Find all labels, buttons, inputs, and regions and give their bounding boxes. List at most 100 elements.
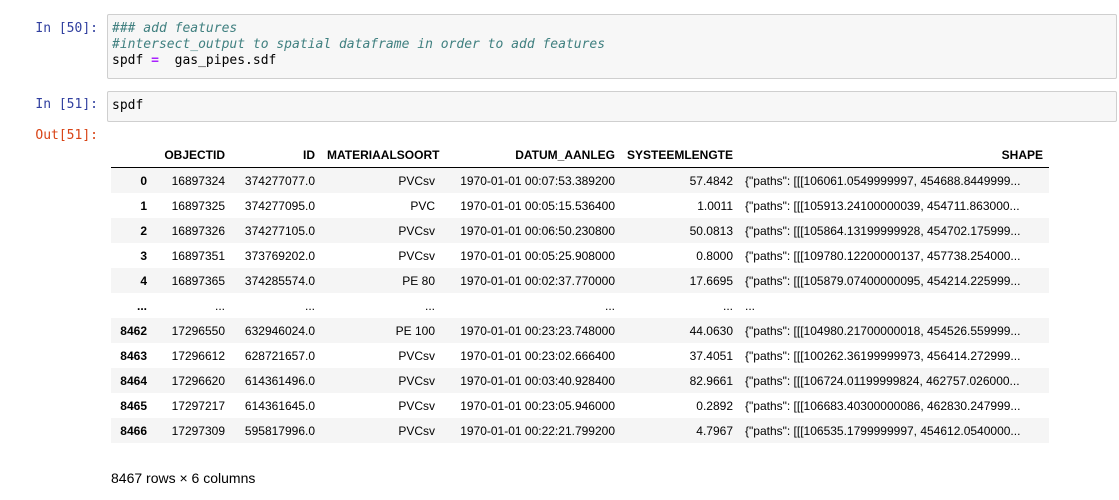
materiaalsoort-cell: PVCsv — [398, 348, 435, 363]
datum-aanleg-cell: 1970-01-01 00:05:25.908000 — [460, 248, 615, 263]
objectid-cell: 16897324 — [171, 173, 225, 188]
shape-cell: {"paths": [[[105879.07400000095, 454214.… — [745, 273, 1021, 288]
materiaalsoort-cell: PVCsv — [398, 398, 435, 413]
systeemlengte-cell: 17.6695 — [689, 273, 733, 288]
column-header-shape: SHAPE — [739, 143, 1049, 168]
id-cell: 614361645.0 — [244, 398, 315, 413]
row-index: 8464 — [120, 373, 147, 388]
row-index: 8462 — [120, 323, 147, 338]
table-header-row: OBJECTID ID MATERIAALSOORT DATUM_AANLEG … — [111, 143, 1049, 168]
materiaalsoort-cell: ... — [424, 298, 435, 313]
datum-aanleg-cell: 1970-01-01 00:03:40.928400 — [460, 373, 615, 388]
dataframe-shape-summary: 8467 rows × 6 columns — [111, 470, 256, 486]
code-line: #intersect_output to spatial dataframe i… — [112, 37, 1112, 53]
objectid-cell: 16897365 — [171, 273, 225, 288]
objectid-cell: 17296620 — [171, 373, 225, 388]
shape-cell: {"paths": [[[109780.12200000137, 457738.… — [745, 248, 1021, 263]
table-row: 0 16897324 374277077.0 PVCsv 1970-01-01 00:0… — [111, 167, 1049, 193]
objectid-cell: 17297309 — [171, 423, 225, 438]
datum-aanleg-cell: 1970-01-01 00:05:15.536400 — [460, 198, 615, 213]
systeemlengte-cell: 0.8000 — [696, 248, 733, 263]
systeemlengte-cell: 82.9661 — [689, 373, 733, 388]
shape-cell: {"paths": [[[106683.40300000086, 462830.… — [745, 398, 1021, 413]
shape-cell: {"paths": [[[105913.24100000039, 454711.… — [745, 198, 1020, 213]
shape-cell: {"paths": [[[106535.1799999997, 454612.0… — [745, 423, 1021, 438]
column-header-objectid: OBJECTID — [153, 143, 231, 168]
row-index: 8465 — [120, 398, 147, 413]
code-line: spdf — [112, 98, 1112, 114]
materiaalsoort-cell: PVCsv — [398, 423, 435, 438]
row-index: ... — [136, 298, 147, 313]
code-token: spdf — [112, 53, 152, 68]
table-row: 8465 17297217 614361645.0 PVCsv 1970-01-01 0… — [111, 393, 1049, 418]
id-cell: 595817996.0 — [244, 423, 315, 438]
code-token: gas_pipes.sdf — [158, 53, 277, 68]
output-prompt: Out[51]: — [35, 128, 98, 143]
objectid-cell: 17296612 — [171, 348, 225, 363]
shape-cell: ... — [745, 298, 756, 313]
row-index: 2 — [140, 223, 147, 238]
table-row: 1 16897325 374277095.0 PVC 1970-01-01 00:05:… — [111, 193, 1049, 218]
datum-aanleg-cell: ... — [604, 298, 615, 313]
materiaalsoort-cell: PVCsv — [398, 223, 435, 238]
materiaalsoort-cell: PVCsv — [398, 173, 435, 188]
materiaalsoort-cell: PVC — [410, 198, 435, 213]
column-header-systeemlengte: SYSTEEMLENGTE — [621, 143, 739, 168]
systeemlengte-cell: ... — [722, 298, 733, 313]
index-header — [111, 143, 153, 168]
row-index: 8463 — [120, 348, 147, 363]
row-index: 1 — [140, 198, 147, 213]
shape-cell: {"paths": [[[104980.21700000018, 454526.… — [745, 323, 1021, 338]
objectid-cell: 17297217 — [171, 398, 225, 413]
datum-aanleg-cell: 1970-01-01 00:22:21.799200 — [460, 423, 615, 438]
table-row: 4 16897365 374285574.0 PE 80 1970-01-01 00:0… — [111, 268, 1049, 293]
cell-50-prompt: In [50]: — [35, 21, 98, 36]
dataframe-table: OBJECTID ID MATERIAALSOORT DATUM_AANLEG … — [111, 143, 1049, 443]
systeemlengte-cell: 1.0011 — [697, 198, 733, 213]
materiaalsoort-cell: PE 100 — [395, 323, 435, 338]
column-header-datum-aanleg: DATUM_AANLEG — [441, 143, 621, 168]
materiaalsoort-cell: PE 80 — [402, 273, 435, 288]
systeemlengte-cell: 50.0813 — [689, 223, 733, 238]
column-header-id: ID — [231, 143, 321, 168]
systeemlengte-cell: 57.4842 — [689, 173, 733, 188]
code-token: spdf — [112, 98, 144, 113]
objectid-cell: ... — [214, 298, 225, 313]
table-row: 8464 17296620 614361496.0 PVCsv 1970-01-01 0… — [111, 368, 1049, 393]
datum-aanleg-cell: 1970-01-01 00:23:02.666400 — [460, 348, 615, 363]
id-cell: 374277077.0 — [244, 173, 315, 188]
id-cell: 628721657.0 — [244, 348, 315, 363]
column-header-materiaalsoort: MATERIAALSOORT — [321, 143, 441, 168]
systeemlengte-cell: 0.2892 — [696, 398, 733, 413]
table-row: 8463 17296612 628721657.0 PVCsv 1970-01-01 0… — [111, 343, 1049, 368]
datum-aanleg-cell: 1970-01-01 00:23:05.946000 — [460, 398, 615, 413]
code-operator: = — [151, 53, 159, 68]
shape-cell: {"paths": [[[100262.36199999973, 456414.… — [745, 348, 1021, 363]
id-cell: 632946024.0 — [244, 323, 315, 338]
id-cell: 373769202.0 — [244, 248, 315, 263]
systeemlengte-cell: 37.4051 — [689, 348, 733, 363]
objectid-cell: 17296550 — [171, 323, 225, 338]
systeemlengte-cell: 44.0630 — [689, 323, 733, 338]
code-cell-51[interactable]: spdf — [107, 91, 1117, 122]
materiaalsoort-cell: PVCsv — [398, 373, 435, 388]
code-comment: ### add features — [112, 21, 238, 36]
row-index: 3 — [140, 248, 147, 263]
shape-cell: {"paths": [[[105864.13199999928, 454702.… — [745, 223, 1021, 238]
row-index: 8466 — [120, 423, 147, 438]
id-cell: 374277095.0 — [244, 198, 315, 213]
code-line: spdf = gas_pipes.sdf — [112, 53, 1112, 69]
datum-aanleg-cell: 1970-01-01 00:02:37.770000 — [460, 273, 615, 288]
table-row: 3 16897351 373769202.0 PVCsv 1970-01-01 00:0… — [111, 243, 1049, 268]
code-cell-50[interactable]: ### add features #intersect_output to sp… — [107, 14, 1117, 79]
datum-aanleg-cell: 1970-01-01 00:06:50.230800 — [460, 223, 615, 238]
materiaalsoort-cell: PVCsv — [398, 248, 435, 263]
table-row: 2 16897326 374277105.0 PVCsv 1970-01-01 00:0… — [111, 218, 1049, 243]
id-cell: 374285574.0 — [244, 273, 315, 288]
shape-cell: {"paths": [[[106061.0549999997, 454688.8… — [745, 173, 1021, 188]
code-line: ### add features — [112, 21, 1112, 37]
systeemlengte-cell: 4.7967 — [696, 423, 733, 438]
id-cell: 614361496.0 — [244, 373, 315, 388]
row-index: 4 — [140, 273, 147, 288]
code-comment: #intersect_output to spatial dataframe i… — [112, 37, 606, 52]
